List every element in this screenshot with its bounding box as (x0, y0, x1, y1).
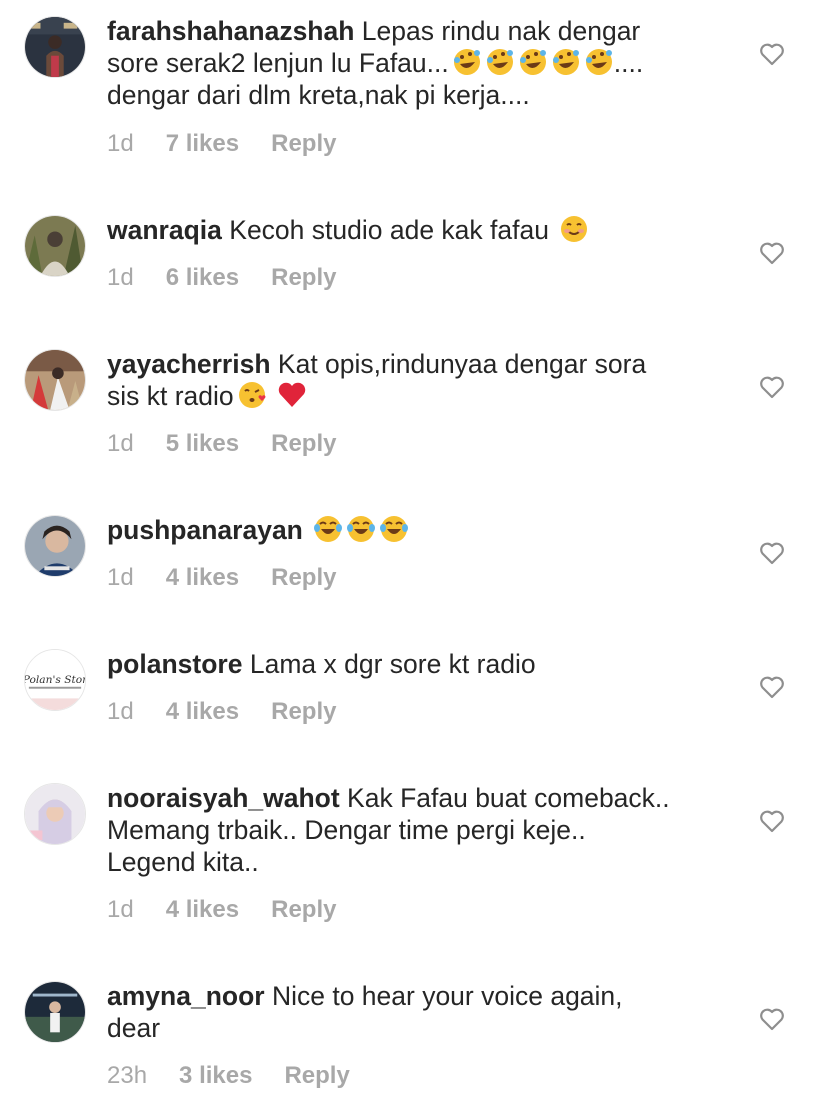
comment-username[interactable]: nooraisyah_wahot (107, 783, 340, 813)
heart-icon[interactable] (759, 675, 785, 699)
avatar[interactable] (24, 981, 86, 1043)
tears-of-joy-emoji (379, 514, 409, 544)
comment-time: 1d (107, 564, 134, 591)
comment-text: farahshahanazshah Lepas rindu nak dengar… (107, 16, 644, 110)
comment-line: Lama x dgr sore kt radio (249, 649, 536, 679)
comment-text: amyna_noor Nice to hear your voice again… (107, 980, 727, 1044)
comment-text: polanstore Lama x dgr sore kt radio (107, 648, 727, 680)
comment-likes[interactable]: 4 likes (166, 697, 239, 727)
comment-time: 23h (107, 1062, 148, 1089)
comment-likes[interactable]: 4 likes (166, 895, 239, 925)
comment-likes[interactable]: 5 likes (166, 429, 239, 459)
comment-time: 1d (107, 264, 134, 291)
comment-likes[interactable]: 7 likes (166, 129, 239, 159)
comment-username[interactable]: yayacherrish (107, 349, 271, 379)
comment-text: yayacherrish Kat opis,rindunyaa dengar s… (107, 348, 727, 412)
comment-meta: 1d 6 likes Reply (107, 263, 336, 293)
rofl-emoji (518, 47, 548, 77)
comment-text: pushpanarayan (107, 514, 727, 546)
comment-line: Kat opis,rindunyaa dengar sora (277, 349, 647, 379)
comment-username[interactable]: farahshahanazshah (107, 16, 354, 46)
comment-username[interactable]: polanstore (107, 649, 242, 679)
heart-icon[interactable] (759, 375, 785, 399)
reply-button[interactable]: Reply (284, 1061, 349, 1091)
reply-button[interactable]: Reply (271, 563, 336, 593)
comment-meta: 1d 7 likes Reply (107, 129, 336, 159)
comment-likes[interactable]: 6 likes (166, 263, 239, 293)
comment-likes[interactable]: 4 likes (166, 563, 239, 593)
avatar[interactable] (24, 16, 86, 78)
comment-time: 1d (107, 130, 134, 157)
rofl-emoji (551, 47, 581, 77)
comment-time: 1d (107, 698, 134, 725)
comment-line: dear (107, 1013, 161, 1043)
reply-button[interactable]: Reply (271, 697, 336, 727)
comment-line: Kecoh studio ade kak fafau (229, 215, 549, 245)
rofl-emoji (584, 47, 614, 77)
comment-line: Legend kita.. (107, 847, 259, 877)
heart-icon[interactable] (759, 1007, 785, 1031)
rofl-emoji (452, 47, 482, 77)
comment-line: sore serak2 lenjun lu Fafau... (107, 48, 449, 78)
comment-line: sis kt radio (107, 381, 234, 411)
red-heart-emoji (277, 380, 307, 410)
reply-button[interactable]: Reply (271, 129, 336, 159)
comment-line: Nice to hear your voice again, (271, 981, 623, 1011)
comment-line: dengar dari dlm kreta,nak pi kerja.... (107, 80, 530, 110)
comment-time: 1d (107, 430, 134, 457)
avatar[interactable] (24, 349, 86, 411)
comment-meta: 1d 5 likes Reply (107, 429, 336, 459)
comment-meta: 1d 4 likes Reply (107, 697, 336, 727)
comment-username[interactable]: amyna_noor (107, 981, 265, 1011)
comment-line: Lepas rindu nak dengar (361, 16, 641, 46)
comment-line: Kak Fafau buat comeback.. (347, 783, 670, 813)
comment-username[interactable]: pushpanarayan (107, 515, 303, 545)
comment-likes[interactable]: 3 likes (179, 1061, 252, 1091)
avatar[interactable] (24, 215, 86, 277)
comment-text: wanraqia Kecoh studio ade kak fafau (107, 214, 727, 246)
heart-icon[interactable] (759, 241, 785, 265)
kissing-face-emoji (237, 380, 267, 410)
rofl-emoji (485, 47, 515, 77)
tears-of-joy-emoji (313, 514, 343, 544)
heart-icon[interactable] (759, 541, 785, 565)
reply-button[interactable]: Reply (271, 429, 336, 459)
reply-button[interactable]: Reply (271, 895, 336, 925)
avatar[interactable] (24, 783, 86, 845)
avatar[interactable] (24, 515, 86, 577)
comment-meta: 23h 3 likes Reply (107, 1061, 350, 1091)
tears-of-joy-emoji (346, 514, 376, 544)
smiling-face-emoji (559, 214, 589, 244)
comment-meta: 1d 4 likes Reply (107, 895, 336, 925)
avatar-logo-text: Polan's Stor (25, 673, 85, 686)
avatar[interactable]: Polan's Stor (24, 649, 86, 711)
heart-icon[interactable] (759, 42, 785, 66)
comment-meta: 1d 4 likes Reply (107, 563, 336, 593)
comment-text: nooraisyah_wahot Kak Fafau buat comeback… (107, 782, 727, 878)
reply-button[interactable]: Reply (271, 263, 336, 293)
comment-username[interactable]: wanraqia (107, 215, 222, 245)
comment-line: Memang trbaik.. Dengar time pergi keje.. (107, 815, 586, 845)
heart-icon[interactable] (759, 809, 785, 833)
comment-time: 1d (107, 896, 134, 923)
